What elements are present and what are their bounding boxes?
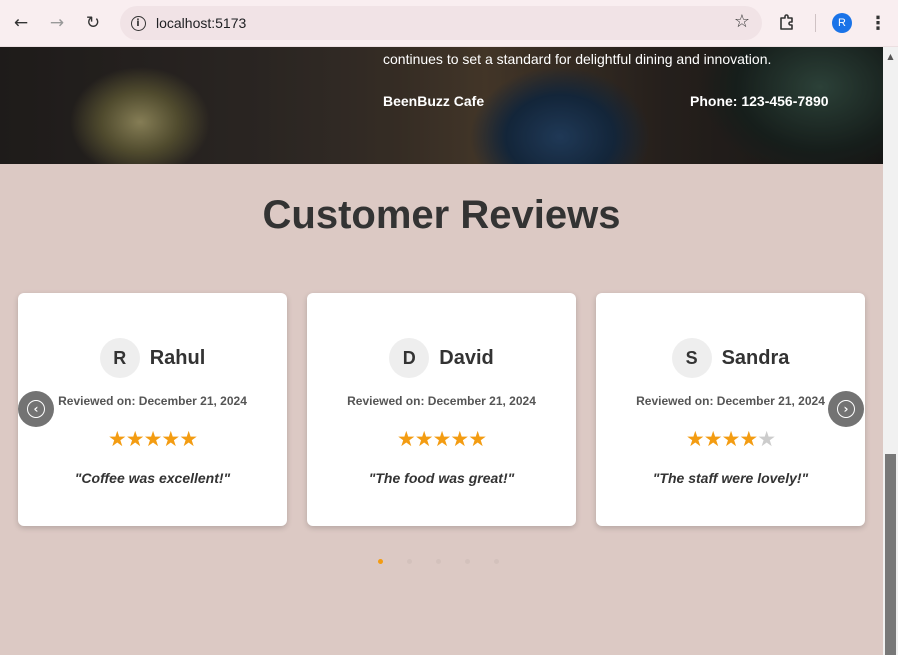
carousel-dot[interactable] — [378, 559, 383, 564]
star-filled-icon: ★ — [703, 427, 723, 451]
url-text[interactable]: localhost:5173 — [156, 15, 246, 31]
star-filled-icon: ★ — [179, 427, 198, 451]
carousel-dot[interactable] — [436, 559, 441, 564]
kebab-menu-icon[interactable]: ⋮ — [868, 11, 888, 35]
review-card: S Sandra Reviewed on: December 21, 2024 … — [596, 293, 865, 526]
reviewer-name: Rahul — [149, 346, 206, 369]
carousel-prev-button[interactable]: ‹ — [18, 391, 54, 427]
chevron-left-icon: ‹ — [27, 400, 45, 418]
star-filled-icon: ★ — [739, 427, 758, 451]
star-filled-icon: ★ — [143, 427, 163, 451]
star-filled-icon: ★ — [161, 427, 180, 451]
page-scrollbar[interactable]: ▲ — [883, 47, 898, 655]
star-filled-icon: ★ — [468, 427, 487, 451]
star-filled-icon: ★ — [107, 427, 127, 451]
carousel-next-button[interactable]: › — [828, 391, 864, 427]
review-text: "Coffee was excellent!" — [74, 470, 231, 486]
hero-brand-name: BeenBuzz Cafe — [383, 93, 485, 109]
review-card: R Rahul Reviewed on: December 21, 2024 ★… — [18, 293, 287, 526]
extensions-button[interactable] — [776, 11, 798, 33]
site-info-button[interactable]: i — [126, 11, 150, 35]
info-icon: i — [130, 15, 146, 31]
reviewer-name: David — [439, 346, 494, 369]
address-bar[interactable]: i localhost:5173 ☆ — [120, 6, 762, 40]
avatar: S — [671, 338, 712, 378]
review-header: D David — [307, 338, 576, 378]
chevron-right-icon: › — [837, 400, 855, 418]
section-title: Customer Reviews — [262, 193, 621, 237]
hero-tagline: continues to set a standard for delightf… — [383, 51, 772, 67]
star-filled-icon: ★ — [414, 427, 434, 451]
review-card: D David Reviewed on: December 21, 2024 ★… — [307, 293, 576, 526]
carousel-dot[interactable] — [407, 559, 412, 564]
avatar: R — [99, 338, 140, 378]
star-filled-icon: ★ — [685, 427, 705, 451]
bookmark-star-icon[interactable]: ☆ — [734, 11, 750, 32]
carousel-dot[interactable] — [465, 559, 470, 564]
carousel-dot[interactable] — [494, 559, 499, 564]
star-rating: ★★★★★ — [596, 427, 865, 451]
reload-icon: ↻ — [85, 13, 101, 33]
hero-banner: continues to set a standard for delightf… — [0, 47, 883, 164]
star-rating: ★★★★★ — [18, 427, 287, 451]
forward-button[interactable]: → — [42, 8, 72, 38]
review-date: Reviewed on: December 21, 2024 — [347, 394, 536, 408]
arrow-left-icon: ← — [13, 13, 29, 33]
scrollbar-thumb[interactable] — [885, 454, 896, 655]
star-filled-icon: ★ — [432, 427, 452, 451]
profile-avatar[interactable]: R — [832, 13, 852, 33]
hero-phone: Phone: 123-456-7890 — [690, 93, 829, 109]
back-button[interactable]: ← — [6, 8, 36, 38]
arrow-right-icon: → — [49, 13, 65, 33]
star-filled-icon: ★ — [450, 427, 469, 451]
review-date: Reviewed on: December 21, 2024 — [636, 394, 825, 408]
reviewer-name: Sandra — [721, 346, 790, 369]
review-header: S Sandra — [596, 338, 865, 378]
star-filled-icon: ★ — [721, 427, 741, 451]
toolbar-separator — [815, 14, 816, 32]
star-filled-icon: ★ — [125, 427, 145, 451]
reload-button[interactable]: ↻ — [78, 8, 108, 38]
scroll-up-arrow-icon[interactable]: ▲ — [883, 49, 898, 63]
browser-toolbar: ← → ↻ i localhost:5173 ☆ R ⋮ — [0, 0, 898, 47]
carousel-pagination — [378, 559, 499, 564]
star-empty-icon: ★ — [757, 427, 776, 451]
review-date: Reviewed on: December 21, 2024 — [58, 394, 247, 408]
star-rating: ★★★★★ — [307, 427, 576, 451]
review-header: R Rahul — [18, 338, 287, 378]
puzzle-icon — [780, 14, 793, 30]
star-filled-icon: ★ — [396, 427, 416, 451]
review-text: "The food was great!" — [368, 470, 515, 486]
review-text: "The staff were lovely!" — [652, 470, 809, 486]
avatar: D — [389, 338, 430, 378]
